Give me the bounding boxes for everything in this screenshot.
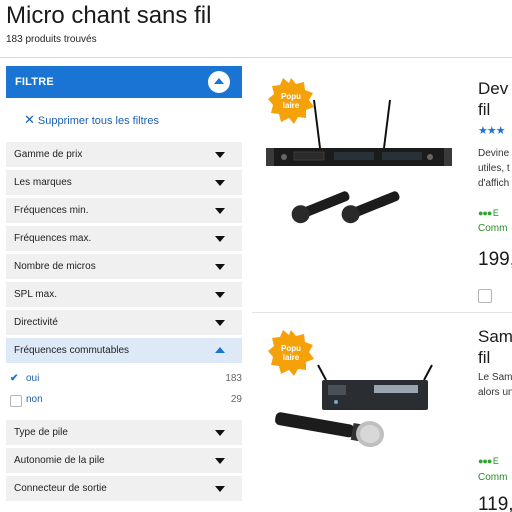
chevron-down-icon (215, 152, 225, 158)
close-icon: ✕ (24, 112, 35, 127)
product-title-line: Dev (478, 79, 509, 98)
facet-label: Autonomie de la pile (14, 455, 105, 466)
product-title-line: Sam (478, 327, 512, 346)
facet-label: Nombre de micros (14, 261, 96, 272)
facet-label: Fréquences max. (14, 233, 92, 244)
option-count: 29 (230, 394, 242, 405)
chevron-down-icon (215, 430, 225, 436)
availability-comment: Comm (478, 472, 508, 483)
clear-all-filters-link[interactable]: ✕ Supprimer tous les filtres (24, 112, 159, 128)
compare-checkbox[interactable] (478, 289, 492, 303)
description-line: d'affich (478, 178, 510, 189)
chevron-down-icon (215, 320, 225, 326)
filter-panel-header[interactable]: FILTRE (6, 66, 242, 98)
facet-min-frequency[interactable]: Fréquences min. (6, 198, 242, 223)
filter-option-oui[interactable]: ✔ oui 183 (10, 373, 242, 387)
option-label: non (26, 394, 43, 405)
facet-label: Type de pile (14, 427, 68, 438)
facet-battery-life[interactable]: Autonomie de la pile (6, 448, 242, 473)
facet-spl-max[interactable]: SPL max. (6, 282, 242, 307)
chevron-down-icon (215, 264, 225, 270)
availability-indicator: ●●● E (478, 208, 499, 218)
product-description: Devine utiles, t d'affich (478, 146, 510, 191)
facet-label: Connecteur de sortie (14, 483, 107, 494)
rating-stars: ★★★ (478, 125, 506, 137)
checkmark-icon: ✔ (10, 373, 19, 384)
filter-title: FILTRE (15, 76, 54, 88)
checkbox[interactable] (10, 395, 22, 407)
facet-max-frequency[interactable]: Fréquences max. (6, 226, 242, 251)
facet-brands[interactable]: Les marques (6, 170, 242, 195)
availability-text: E (492, 456, 499, 466)
availability-dots: ●●● (478, 208, 492, 218)
chevron-down-icon (215, 208, 225, 214)
facet-switchable-frequencies[interactable]: Fréquences commutables (6, 338, 242, 363)
facet-label: Fréquences min. (14, 205, 89, 216)
page-title: Micro chant sans fil (6, 2, 212, 29)
chevron-up-icon (215, 347, 225, 353)
popular-badge-label: Popu laire (281, 92, 301, 110)
product-price: 199, (478, 249, 512, 270)
option-label: oui (26, 373, 40, 384)
availability-comment: Comm (478, 223, 508, 234)
clear-all-filters-label: Supprimer tous les filtres (37, 115, 159, 127)
description-line: Le Sam (478, 372, 512, 383)
facet-label: Fréquences commutables (14, 345, 130, 356)
facet-mic-count[interactable]: Nombre de micros (6, 254, 242, 279)
description-line: Devine (478, 148, 510, 159)
facet-label: SPL max. (14, 289, 57, 300)
chevron-down-icon (215, 236, 225, 242)
popular-badge-label: Popu laire (281, 344, 301, 362)
product-title-line: fil (478, 100, 491, 119)
header-divider (0, 57, 512, 58)
collapse-filter-icon[interactable] (208, 71, 230, 93)
facet-label: Les marques (14, 177, 72, 188)
product-description: Le Sam alors un (478, 370, 512, 400)
product-divider (252, 312, 512, 313)
product-title-line: fil (478, 348, 491, 367)
chevron-down-icon (215, 180, 225, 186)
option-count: 183 (225, 373, 242, 384)
facet-battery-type[interactable]: Type de pile (6, 420, 242, 445)
facet-output-connector[interactable]: Connecteur de sortie (6, 476, 242, 501)
chevron-down-icon (215, 458, 225, 464)
availability-indicator: ●●● E (478, 456, 499, 466)
facet-label: Gamme de prix (14, 149, 83, 160)
chevron-down-icon (215, 486, 225, 492)
facet-price-range[interactable]: Gamme de prix (6, 142, 242, 167)
product-title[interactable]: Dev fil (478, 78, 508, 120)
chevron-down-icon (215, 292, 225, 298)
product-title[interactable]: Sam fil (478, 326, 512, 368)
availability-text: E (492, 208, 499, 218)
description-line: alors un (478, 387, 512, 398)
facet-directivity[interactable]: Directivité (6, 310, 242, 335)
description-line: utiles, t (478, 163, 510, 174)
product-price: 119,0 (478, 494, 512, 512)
result-count: 183 produits trouvés (6, 34, 97, 45)
filter-option-non[interactable]: non 29 (10, 394, 242, 408)
facet-label: Directivité (14, 317, 58, 328)
availability-dots: ●●● (478, 456, 492, 466)
